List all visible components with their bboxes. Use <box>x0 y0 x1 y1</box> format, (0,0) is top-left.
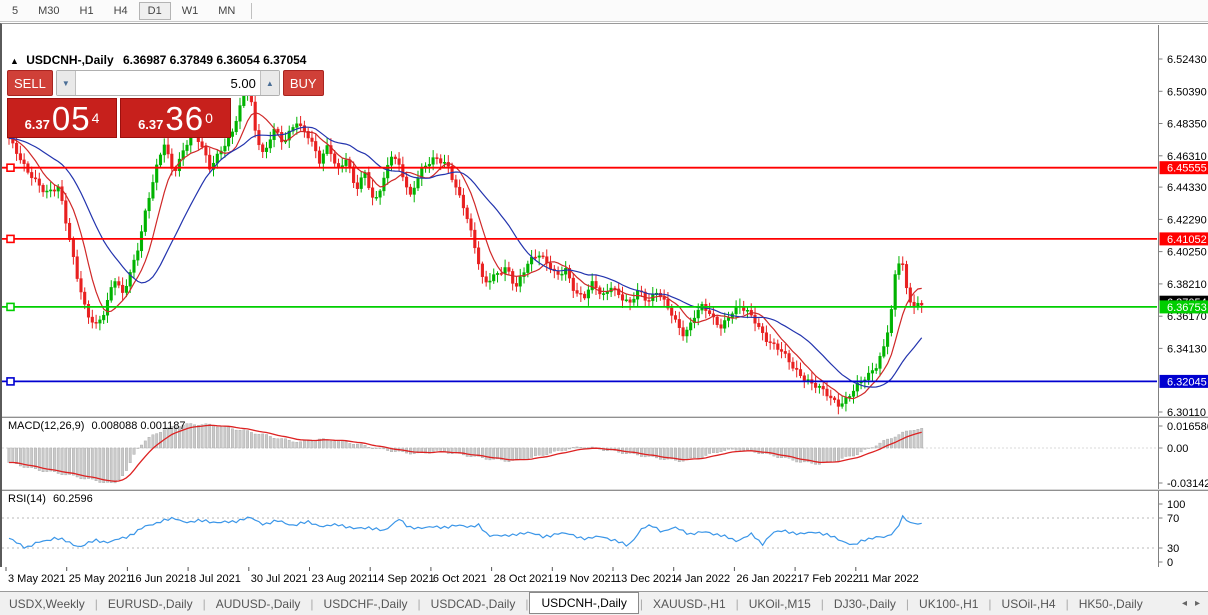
timeframe-button-5[interactable]: 5 <box>3 2 27 20</box>
svg-text:6.46310: 6.46310 <box>1167 151 1207 163</box>
svg-text:-0.031423: -0.031423 <box>1167 478 1208 489</box>
date-axis: 3 May 2021 25 May 2021 16 Jun 2021 8 Jul 20… <box>0 567 1208 591</box>
chart-tab[interactable]: USOil-,H4 <box>993 594 1065 614</box>
chart-symbol: USDCNH-,Daily <box>26 53 114 67</box>
svg-text:4 Jan 2022: 4 Jan 2022 <box>676 573 730 585</box>
chart-tab[interactable]: USDX,Weekly <box>0 594 94 614</box>
svg-text:30 Jul 2021: 30 Jul 2021 <box>251 573 308 585</box>
svg-text:6.36753: 6.36753 <box>1167 302 1207 314</box>
svg-text:6.44330: 6.44330 <box>1167 182 1207 194</box>
timeframe-button-d1[interactable]: D1 <box>138 1 171 20</box>
chart-tab[interactable]: UK100-,H1 <box>910 594 987 614</box>
one-click-trading-panel: SELL ▼ ▲ BUY 6.37 05 4 6.37 36 0 <box>7 70 324 138</box>
chart-ohlc-values: 6.36987 6.37849 6.36054 6.37054 <box>122 53 307 67</box>
svg-text:6.41052: 6.41052 <box>1167 234 1207 246</box>
sell-button[interactable]: SELL <box>7 70 53 96</box>
svg-text:11 Mar 2022: 11 Mar 2022 <box>858 573 919 585</box>
volume-decrease-icon[interactable]: ▼ <box>56 71 75 95</box>
timeframe-button-m30[interactable]: M30 <box>29 2 68 20</box>
buy-price-pip: 0 <box>205 110 213 126</box>
rsi-indicator-panel[interactable]: 100 70 30 0 <box>2 491 1208 567</box>
chart-tab[interactable]: AUDUSD-,Daily <box>207 594 310 614</box>
volume-input[interactable] <box>74 71 261 95</box>
svg-text:17 Feb 2022: 17 Feb 2022 <box>797 573 859 585</box>
chart-title: ▲ USDCNH-,Daily 6.36987 6.37849 6.36054 … <box>10 53 306 67</box>
svg-text:100: 100 <box>1167 499 1185 511</box>
svg-text:16 Jun 2021: 16 Jun 2021 <box>129 573 190 585</box>
chart-tab[interactable]: USDCAD-,Daily <box>422 594 525 614</box>
svg-text:6.40250: 6.40250 <box>1167 247 1207 259</box>
timeframe-button-h1[interactable]: H1 <box>71 2 103 20</box>
svg-text:3 May 2021: 3 May 2021 <box>8 573 65 585</box>
chart-tab[interactable]: XAUUSD-,H1 <box>644 594 735 614</box>
rsi-label: RSI(14) 60.2596 <box>8 493 93 505</box>
chart-tab[interactable]: USDCNH-,Daily <box>529 592 639 614</box>
chart-tab[interactable]: DJ30-,Daily <box>825 594 905 614</box>
svg-text:8 Jul 2021: 8 Jul 2021 <box>190 573 241 585</box>
svg-text:0.016586: 0.016586 <box>1167 421 1208 433</box>
sell-price-prefix: 6.37 <box>24 117 50 132</box>
svg-text:6.30110: 6.30110 <box>1167 407 1206 416</box>
timeframe-button-mn[interactable]: MN <box>209 2 244 20</box>
buy-price-tile[interactable]: 6.37 36 0 <box>120 98 231 138</box>
svg-text:6.42290: 6.42290 <box>1167 214 1207 226</box>
svg-text:6.32045: 6.32045 <box>1167 376 1207 388</box>
svg-text:14 Sep 2021: 14 Sep 2021 <box>372 573 434 585</box>
chart-tab-bar: USDX,Weekly | EURUSD-,Daily | AUDUSD-,Daily |… <box>0 591 1208 615</box>
svg-text:6.48350: 6.48350 <box>1167 119 1207 131</box>
timeframe-toolbar: 5 M30 H1 H4 D1 W1 MN <box>0 0 1208 22</box>
svg-text:28 Oct 2021: 28 Oct 2021 <box>494 573 554 585</box>
sell-price-tile[interactable]: 6.37 05 4 <box>7 98 117 138</box>
svg-text:6.34130: 6.34130 <box>1167 343 1207 355</box>
svg-text:13 Dec 2021: 13 Dec 2021 <box>615 573 677 585</box>
svg-text:6.50390: 6.50390 <box>1167 86 1207 98</box>
timeframe-button-w1[interactable]: W1 <box>173 2 208 20</box>
tab-scroll-left-icon[interactable]: ◂ <box>1178 596 1191 611</box>
volume-control: ▼ ▲ <box>55 70 280 96</box>
volume-increase-icon[interactable]: ▲ <box>260 71 279 95</box>
svg-text:6 Oct 2021: 6 Oct 2021 <box>433 573 487 585</box>
svg-text:6.38210: 6.38210 <box>1167 279 1207 291</box>
trading-terminal-window: 5 M30 H1 H4 D1 W1 MN 6.52430 6.50390 6.48350 6.46… <box>0 0 1208 615</box>
svg-text:70: 70 <box>1167 513 1179 525</box>
chart-window: 6.52430 6.50390 6.48350 6.46310 6.44330 6.422… <box>0 23 1208 591</box>
tab-scroll-right-icon[interactable]: ▸ <box>1191 596 1204 611</box>
timeframe-button-h4[interactable]: H4 <box>105 2 137 20</box>
collapse-triangle-icon[interactable]: ▲ <box>10 56 19 66</box>
chart-tab[interactable]: UKOil-,M15 <box>740 594 820 614</box>
sell-price-main: 05 <box>51 100 91 137</box>
macd-label: MACD(12,26,9) 0.008088 0.001187 <box>8 420 186 432</box>
svg-text:26 Jan 2022: 26 Jan 2022 <box>736 573 797 585</box>
svg-text:25 May 2021: 25 May 2021 <box>69 573 133 585</box>
buy-button[interactable]: BUY <box>282 70 324 96</box>
svg-text:23 Aug 2021: 23 Aug 2021 <box>312 573 374 585</box>
svg-text:6.52430: 6.52430 <box>1167 54 1207 66</box>
svg-text:30: 30 <box>1167 543 1179 555</box>
svg-text:0.00: 0.00 <box>1167 443 1188 455</box>
tab-scroll-nav: ◂ ▸ <box>1178 596 1208 611</box>
chart-tab[interactable]: USDCHF-,Daily <box>315 594 417 614</box>
chart-tab[interactable]: HK50-,Daily <box>1070 594 1152 614</box>
toolbar-divider <box>251 2 253 19</box>
sell-price-pip: 4 <box>91 110 100 126</box>
svg-text:6.45555: 6.45555 <box>1167 163 1207 175</box>
buy-price-main: 36 <box>165 100 205 137</box>
chart-tab[interactable]: EURUSD-,Daily <box>99 594 202 614</box>
svg-text:0: 0 <box>1167 557 1173 567</box>
svg-text:19 Nov 2021: 19 Nov 2021 <box>554 573 616 585</box>
buy-price-prefix: 6.37 <box>138 117 164 132</box>
